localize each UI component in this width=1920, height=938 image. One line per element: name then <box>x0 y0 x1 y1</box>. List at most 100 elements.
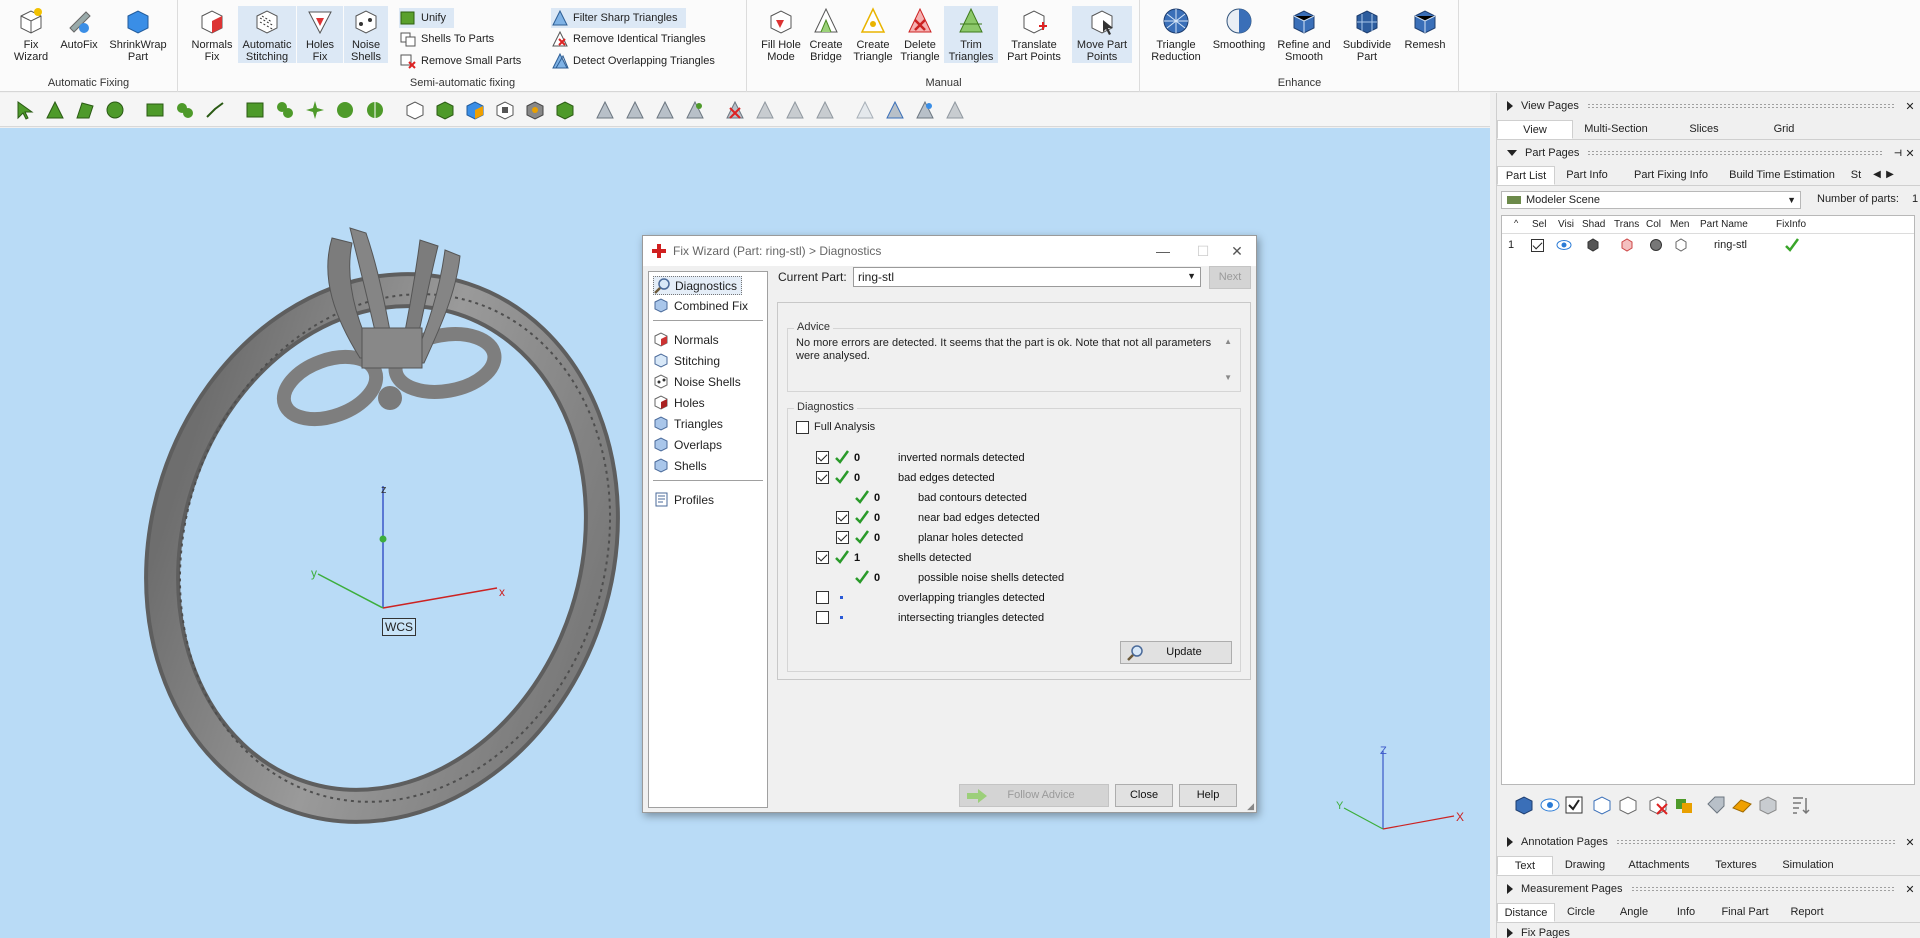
scene-select[interactable]: Modeler Scene ▼ <box>1501 191 1801 209</box>
duplicate-part-icon[interactable] <box>1617 794 1639 816</box>
nav-diagnostics[interactable]: Diagnostics <box>653 276 743 295</box>
col-men[interactable]: Men <box>1670 219 1689 230</box>
table-row[interactable]: 1 ring-stl <box>1502 235 1914 255</box>
unify-button[interactable]: Unify <box>399 8 455 28</box>
select-by-angle-icon[interactable] <box>244 99 266 121</box>
row-checkbox[interactable] <box>816 551 829 564</box>
tab-part-info[interactable]: Part Info <box>1555 166 1619 185</box>
shells-to-parts-button[interactable]: Shells To Parts <box>399 29 494 49</box>
expand-arrow-icon[interactable] <box>1507 150 1517 156</box>
trim-triangles-button[interactable]: Trim Triangles <box>944 6 998 63</box>
load-part-icon[interactable] <box>1513 794 1535 816</box>
mesh-cube-icon[interactable] <box>1674 238 1688 252</box>
shrink-selection-icon[interactable] <box>304 99 326 121</box>
row-checkbox[interactable] <box>836 531 849 544</box>
triangle-delete-icon[interactable] <box>724 99 746 121</box>
nav-holes[interactable]: Holes <box>653 393 705 412</box>
fill-hole-mode-button[interactable]: Fill Hole Mode <box>754 6 808 63</box>
tag-icon[interactable] <box>1705 794 1727 816</box>
dialog-titlebar[interactable]: Fix Wizard (Part: ring-stl) > Diagnostic… <box>643 236 1256 266</box>
col-visi[interactable]: Visi <box>1558 219 1574 230</box>
help-button[interactable]: Help <box>1179 784 1237 807</box>
measurement-pages-header[interactable]: Measurement Pages ✕ <box>1501 880 1916 898</box>
pin-icon[interactable]: ⊣ <box>1892 148 1904 159</box>
shrinkwrap-part-button[interactable]: ShrinkWrap Part <box>104 6 172 63</box>
automatic-stitching-button[interactable]: Automatic Stitching <box>238 6 296 63</box>
tab-view[interactable]: View <box>1497 120 1573 139</box>
move-part-points-button[interactable]: Move Part Points <box>1072 6 1132 63</box>
tab-simulation[interactable]: Simulation <box>1771 856 1845 875</box>
filter-sharp-triangles-button[interactable]: Filter Sharp Triangles <box>551 8 686 28</box>
remove-identical-triangles-button[interactable]: Remove Identical Triangles <box>551 29 706 49</box>
view-top-icon[interactable] <box>404 99 426 121</box>
close-icon[interactable]: ✕ <box>1904 147 1916 160</box>
invert-selection-icon[interactable] <box>364 99 386 121</box>
tab-part-list[interactable]: Part List <box>1497 166 1555 185</box>
stack-icon[interactable] <box>1757 794 1779 816</box>
part-pages-header[interactable]: Part Pages ⊣ ✕ <box>1501 144 1916 162</box>
delete-triangle-button[interactable]: Delete Triangle <box>897 6 943 63</box>
nav-normals[interactable]: Normals <box>653 330 719 349</box>
fix-wizard-button[interactable]: Fix Wizard <box>4 6 58 63</box>
create-triangle-button[interactable]: Create Triangle <box>850 6 896 63</box>
refine-and-smooth-button[interactable]: Refine and Smooth <box>1273 6 1335 63</box>
row-checkbox[interactable] <box>816 611 829 624</box>
nav-overlaps[interactable]: Overlaps <box>653 435 722 454</box>
tab-drawing[interactable]: Drawing <box>1553 856 1617 875</box>
tab-text[interactable]: Text <box>1497 856 1553 875</box>
full-analysis-checkbox[interactable] <box>796 421 809 434</box>
nav-profiles[interactable]: Profiles <box>653 490 714 509</box>
select-all-checkbox-icon[interactable] <box>1563 794 1585 816</box>
view-wireframe-icon[interactable] <box>554 99 576 121</box>
row-checkbox[interactable] <box>816 451 829 464</box>
scroll-down-icon[interactable]: ▼ <box>1224 373 1232 382</box>
nav-noise-shells[interactable]: Noise Shells <box>653 372 741 391</box>
tab-report[interactable]: Report <box>1779 903 1835 922</box>
triangle-tool-6-icon[interactable] <box>784 99 806 121</box>
view-side-icon[interactable] <box>464 99 486 121</box>
col-sel[interactable]: Sel <box>1532 219 1546 230</box>
scroll-up-icon[interactable]: ▲ <box>1224 337 1232 346</box>
select-plane-icon[interactable] <box>204 99 226 121</box>
update-button[interactable]: Update <box>1120 641 1232 664</box>
view-shaded-icon[interactable] <box>524 99 546 121</box>
next-button[interactable]: Next <box>1209 266 1251 289</box>
tab-overflow[interactable]: St <box>1841 166 1871 185</box>
tab-circle[interactable]: Circle <box>1555 903 1607 922</box>
fix-pages-header[interactable]: Fix Pages <box>1501 927 1916 938</box>
collapse-arrow-icon[interactable] <box>1507 884 1513 894</box>
nav-stitching[interactable]: Stitching <box>653 351 720 370</box>
select-surface-icon[interactable] <box>74 99 96 121</box>
triangle-tool-5-icon[interactable] <box>754 99 776 121</box>
triangle-tool-10-icon[interactable] <box>914 99 936 121</box>
tab-angle[interactable]: Angle <box>1607 903 1661 922</box>
row-select-checkbox[interactable] <box>1531 239 1544 252</box>
select-all-icon[interactable] <box>334 99 356 121</box>
detect-overlapping-triangles-button[interactable]: Detect Overlapping Triangles <box>551 51 715 71</box>
tab-scroll-left-icon[interactable]: ◀ <box>1871 166 1883 185</box>
tab-info[interactable]: Info <box>1661 903 1711 922</box>
triangle-tool-4-icon[interactable] <box>684 99 706 121</box>
normals-fix-button[interactable]: Normals Fix <box>185 6 239 63</box>
tab-attachments[interactable]: Attachments <box>1617 856 1701 875</box>
tab-grid[interactable]: Grid <box>1749 120 1819 139</box>
minimize-icon[interactable]: — <box>1143 236 1183 266</box>
visibility-icon[interactable] <box>1539 794 1561 816</box>
remove-small-parts-button[interactable]: Remove Small Parts <box>399 51 521 71</box>
tab-part-fixing-info[interactable]: Part Fixing Info <box>1619 166 1723 185</box>
autofix-button[interactable]: AutoFix <box>52 6 106 51</box>
tab-final-part[interactable]: Final Part <box>1711 903 1779 922</box>
triangle-tool-8-icon[interactable] <box>854 99 876 121</box>
view-iso-icon[interactable] <box>494 99 516 121</box>
col-fixinfo[interactable]: FixInfo <box>1776 219 1806 230</box>
collapse-arrow-icon[interactable] <box>1507 101 1513 111</box>
select-arrow-icon[interactable] <box>14 99 36 121</box>
expand-selection-icon[interactable] <box>274 99 296 121</box>
transparent-cube-icon[interactable] <box>1620 238 1634 252</box>
plate-icon[interactable] <box>1731 794 1753 816</box>
resize-grip-icon[interactable]: ◢ <box>1247 801 1254 812</box>
triangle-tool-2-icon[interactable] <box>624 99 646 121</box>
col-part-name[interactable]: Part Name <box>1700 219 1748 230</box>
view-front-icon[interactable] <box>434 99 456 121</box>
row-checkbox[interactable] <box>836 511 849 524</box>
